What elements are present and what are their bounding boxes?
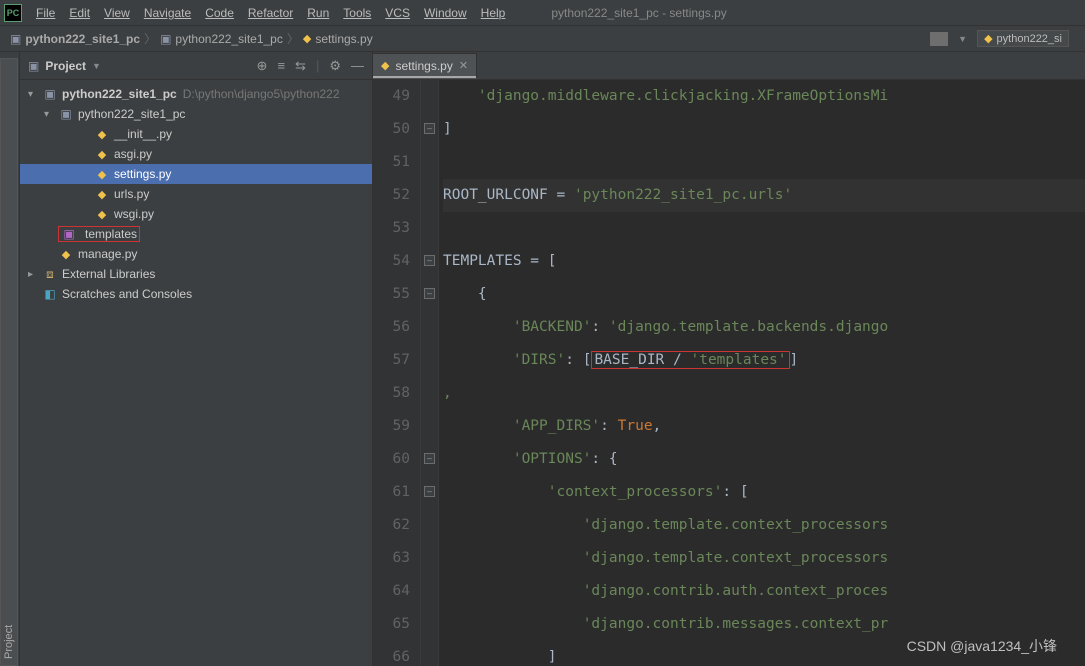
editor-area: ◆ settings.py ✕ 495051 525354 555657 585… (373, 52, 1085, 666)
expand-all-icon[interactable]: ≡ (277, 58, 285, 74)
libraries-icon: ⧈ (42, 267, 58, 282)
breadcrumb-bar: ▣ python222_site1_pc 〉 ▣ python222_site1… (0, 26, 1085, 52)
python-file-icon: ◆ (984, 32, 992, 45)
editor-tabs: ◆ settings.py ✕ (373, 52, 1085, 80)
python-file-icon: ◆ (303, 32, 311, 45)
python-file-icon: ◆ (94, 148, 110, 161)
menu-edit[interactable]: Edit (63, 4, 96, 22)
tree-manage[interactable]: ◆ manage.py (20, 244, 372, 264)
menu-refactor[interactable]: Refactor (242, 4, 299, 22)
python-file-icon: ◆ (381, 59, 389, 72)
menu-help[interactable]: Help (475, 4, 512, 22)
tree-package[interactable]: ▾▣ python222_site1_pc (20, 104, 372, 124)
menu-window[interactable]: Window (418, 4, 473, 22)
chevron-down-icon[interactable]: ▼ (958, 34, 967, 44)
fold-start-icon[interactable]: – (424, 486, 435, 497)
tree-file-urls[interactable]: ◆ urls.py (20, 184, 372, 204)
crumb-pkg[interactable]: ▣ python222_site1_pc (160, 32, 283, 46)
crumb-sep-icon: 〉 (287, 30, 299, 47)
crumb-sep-icon: 〉 (144, 30, 156, 47)
watermark: CSDN @java1234_小锋 (907, 636, 1057, 656)
folder-icon: ▣ (58, 107, 74, 121)
fold-gutter: – – – – – (421, 80, 439, 666)
menu-run[interactable]: Run (301, 4, 335, 22)
select-opened-icon[interactable]: ⊕ (257, 58, 268, 74)
app-icon: PC (4, 4, 22, 22)
main-area: Project ▣ Project ▼ ⊕ ≡ ⇆ | ⚙ — ▾▣ pytho… (0, 52, 1085, 666)
menu-vcs[interactable]: VCS (379, 4, 416, 22)
editor-tab-settings[interactable]: ◆ settings.py ✕ (373, 53, 477, 79)
side-tab-rail: Project (0, 52, 20, 666)
chevron-down-icon[interactable]: ▼ (92, 61, 101, 71)
tree-templates[interactable]: ▣ templates (20, 224, 372, 244)
folder-icon: ▣ (160, 32, 171, 46)
project-icon: ▣ (28, 59, 39, 73)
scratches-icon: ◧ (42, 287, 58, 301)
templates-folder-icon: ▣ (61, 227, 77, 241)
menu-view[interactable]: View (98, 4, 136, 22)
tree-ext-libs[interactable]: ▸⧈ External Libraries (20, 264, 372, 284)
tree-file-wsgi[interactable]: ◆ wsgi.py (20, 204, 372, 224)
window-title: python222_site1_pc - settings.py (551, 6, 726, 20)
python-file-icon: ◆ (58, 248, 74, 261)
menu-navigate[interactable]: Navigate (138, 4, 197, 22)
close-icon[interactable]: ✕ (459, 59, 468, 72)
menu-code[interactable]: Code (199, 4, 240, 22)
project-panel: ▣ Project ▼ ⊕ ≡ ⇆ | ⚙ — ▾▣ python222_sit… (20, 52, 373, 666)
hide-icon[interactable]: — (351, 58, 364, 74)
titlebar: PC File Edit View Navigate Code Refactor… (0, 0, 1085, 26)
project-title: Project (45, 59, 86, 73)
collapse-all-icon[interactable]: ⇆ (295, 58, 306, 74)
gear-icon[interactable]: ⚙ (329, 58, 341, 74)
project-tree: ▾▣ python222_site1_pcD:\python\django5\p… (20, 80, 372, 308)
side-tab-project[interactable]: Project (0, 58, 18, 666)
tree-root[interactable]: ▾▣ python222_site1_pcD:\python\django5\p… (20, 84, 372, 104)
fold-start-icon[interactable]: – (424, 453, 435, 464)
folder-icon: ▣ (42, 87, 58, 101)
code-content[interactable]: 'django.middleware.clickjacking.XFrameOp… (439, 80, 1085, 666)
fold-start-icon[interactable]: – (424, 255, 435, 266)
menu-tools[interactable]: Tools (337, 4, 377, 22)
folder-icon: ▣ (10, 32, 21, 46)
tree-file-settings[interactable]: ◆ settings.py (20, 164, 372, 184)
tree-scratches[interactable]: ◧ Scratches and Consoles (20, 284, 372, 304)
python-file-icon: ◆ (94, 128, 110, 141)
fold-end-icon[interactable]: – (424, 123, 435, 134)
python-file-icon: ◆ (94, 208, 110, 221)
fold-start-icon[interactable]: – (424, 288, 435, 299)
user-icon[interactable] (930, 32, 948, 46)
gutter: 495051 525354 555657 585960 616263 64656… (373, 80, 421, 666)
tree-file-asgi[interactable]: ◆ asgi.py (20, 144, 372, 164)
crumb-root[interactable]: ▣ python222_site1_pc (10, 32, 140, 46)
project-toolbar: ▣ Project ▼ ⊕ ≡ ⇆ | ⚙ — (20, 52, 372, 80)
menu-file[interactable]: File (30, 4, 61, 22)
right-tab[interactable]: ◆ python222_si (977, 30, 1069, 47)
tree-file-init[interactable]: ◆ __init__.py (20, 124, 372, 144)
editor-body[interactable]: 495051 525354 555657 585960 616263 64656… (373, 80, 1085, 666)
crumb-file[interactable]: ◆ settings.py (303, 32, 373, 46)
main-menu: File Edit View Navigate Code Refactor Ru… (30, 4, 511, 22)
python-file-icon: ◆ (94, 188, 110, 201)
python-file-icon: ◆ (94, 168, 110, 181)
